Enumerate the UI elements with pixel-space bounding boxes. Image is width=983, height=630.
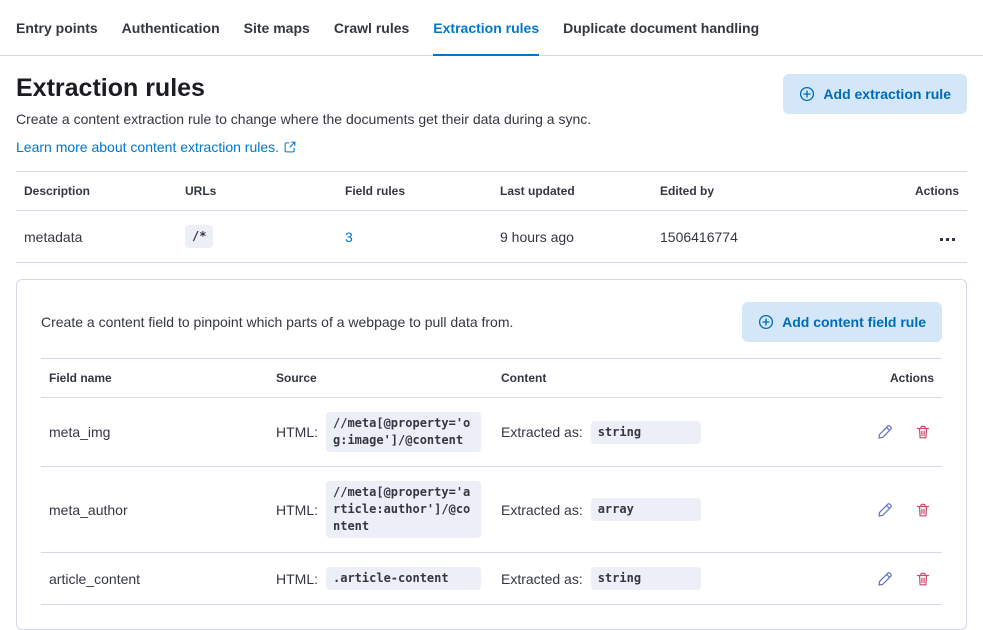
panel-intro-text: Create a content field to pinpoint which… — [41, 314, 513, 330]
pencil-icon — [877, 571, 893, 587]
tab-site-maps[interactable]: Site maps — [244, 0, 310, 55]
delete-field-rule-button[interactable] — [912, 499, 934, 521]
rule-description: metadata — [16, 211, 177, 263]
col-header-field-rules: Field rules — [337, 172, 492, 211]
tab-extraction-rules[interactable]: Extraction rules — [433, 0, 539, 55]
page-title: Extraction rules — [16, 74, 591, 103]
table-row: meta_img HTML: //meta[@property='og:imag… — [41, 398, 942, 467]
tab-duplicate-document-handling[interactable]: Duplicate document handling — [563, 0, 759, 55]
extracted-as-label: Extracted as: — [501, 571, 583, 587]
delete-field-rule-button[interactable] — [912, 568, 934, 590]
boxes-horizontal-icon — [940, 238, 943, 241]
table-row: metadata /* 3 9 hours ago 1506416774 — [16, 211, 967, 263]
extracted-as-label: Extracted as: — [501, 502, 583, 518]
add-extraction-rule-button[interactable]: Add extraction rule — [783, 74, 967, 114]
pencil-icon — [877, 502, 893, 518]
field-name: article_content — [41, 553, 268, 605]
add-extraction-rule-label: Add extraction rule — [823, 86, 951, 102]
col-header-edited-by: Edited by — [652, 172, 887, 211]
page-header: Extraction rules Create a content extrac… — [16, 74, 967, 155]
col-header-field-name: Field name — [41, 359, 268, 398]
table-row: article_content HTML: .article-content E… — [41, 553, 942, 605]
learn-more-link[interactable]: Learn more about content extraction rule… — [16, 139, 296, 155]
col-header-urls: URLs — [177, 172, 337, 211]
extracted-as-label: Extracted as: — [501, 424, 583, 440]
page-subtitle: Create a content extraction rule to chan… — [16, 111, 591, 127]
col-header-last-updated: Last updated — [492, 172, 652, 211]
edit-field-rule-button[interactable] — [874, 421, 896, 443]
source-type-label: HTML: — [276, 424, 318, 440]
crawler-config-tabs: Entry points Authentication Site maps Cr… — [0, 0, 983, 56]
content-field-rules-panel: Create a content field to pinpoint which… — [16, 279, 967, 630]
learn-more-link-label: Learn more about content extraction rule… — [16, 139, 279, 155]
rule-edited-by: 1506416774 — [652, 211, 887, 263]
external-link-icon — [284, 141, 296, 153]
source-selector-chip: //meta[@property='og:image']/@content — [326, 412, 481, 452]
trash-icon — [915, 502, 931, 518]
table-row: meta_author HTML: //meta[@property='arti… — [41, 467, 942, 553]
source-type-label: HTML: — [276, 502, 318, 518]
trash-icon — [915, 424, 931, 440]
col-header-source: Source — [268, 359, 493, 398]
content-field-rules-table: Field name Source Content Actions meta_i… — [41, 358, 942, 605]
pencil-icon — [877, 424, 893, 440]
source-selector-chip: .article-content — [326, 567, 481, 590]
plus-in-circle-icon — [758, 314, 774, 330]
row-actions-menu-button[interactable] — [936, 234, 959, 245]
col-header-content: Content — [493, 359, 808, 398]
source-type-label: HTML: — [276, 571, 318, 587]
tab-entry-points[interactable]: Entry points — [16, 0, 98, 55]
extracted-as-chip: string — [591, 421, 701, 444]
col-header-description: Description — [16, 172, 177, 211]
add-content-field-rule-button[interactable]: Add content field rule — [742, 302, 942, 342]
plus-in-circle-icon — [799, 86, 815, 102]
col-header-actions: Actions — [887, 172, 967, 211]
source-selector-chip: //meta[@property='article:author']/@cont… — [326, 481, 481, 538]
trash-icon — [915, 571, 931, 587]
field-name: meta_img — [41, 398, 268, 467]
extraction-rules-table: Description URLs Field rules Last update… — [16, 171, 967, 263]
add-content-field-rule-label: Add content field rule — [782, 314, 926, 330]
col-header-actions: Actions — [808, 359, 942, 398]
rule-urls-chip: /* — [185, 225, 213, 248]
extracted-as-chip: array — [591, 498, 701, 521]
field-name: meta_author — [41, 467, 268, 553]
edit-field-rule-button[interactable] — [874, 568, 896, 590]
tab-authentication[interactable]: Authentication — [122, 0, 220, 55]
rule-last-updated: 9 hours ago — [492, 211, 652, 263]
edit-field-rule-button[interactable] — [874, 499, 896, 521]
tab-crawl-rules[interactable]: Crawl rules — [334, 0, 409, 55]
field-rules-count-link[interactable]: 3 — [345, 229, 353, 245]
extracted-as-chip: string — [591, 567, 701, 590]
delete-field-rule-button[interactable] — [912, 421, 934, 443]
